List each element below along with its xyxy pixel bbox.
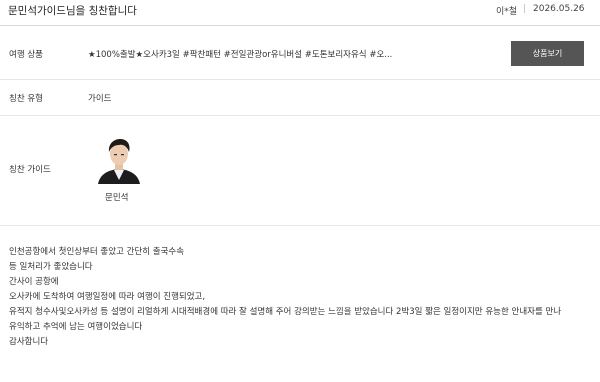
review-line: 간사이 공항에 [9,277,59,287]
praise-guide-label: 칭찬 가이드 [9,165,51,175]
product-row: 여행 상품 ★100%출발★오사카3일 #팍찬패턴 #전일관광or유니버설 #도… [0,26,600,80]
product-label: 여행 상품 [9,50,43,60]
author-name: 이*철 [496,7,518,17]
review-line: 오사카에 도착하여 여행일정에 따라 여행이 진행되었고, [9,292,206,302]
praise-type-label: 칭찬 유형 [9,94,43,104]
post-date: 2026.05.26 [533,4,585,14]
praise-type-value: 가이드 [88,94,112,104]
review-line: 유익하고 추억에 남는 여행이었습니다 [9,322,143,332]
review-body: 인천공항에서 첫인상부터 좋았고 간단히 출국수속 등 일처리가 좋았습니다 간… [9,245,594,350]
view-product-button[interactable]: 상품보기 [511,41,584,66]
product-value: ★100%출발★오사카3일 #팍찬패턴 #전일관광or유니버설 #도톤보리자유식… [88,50,393,60]
guide-name: 문민석 [105,193,129,203]
review-line: 감사합니다 [9,337,49,347]
meta-divider: | [523,4,527,14]
review-line: 등 일처리가 좋았습니다 [9,262,93,272]
review-line: 유적지 청수사및오사카성 등 설명이 리얼하게 시대적배경에 따라 잘 설명해 … [9,307,562,317]
praise-type-row: 칭찬 유형 가이드 [0,80,600,116]
guide-photo-icon [96,136,142,184]
review-line: 인천공항에서 첫인상부터 좋았고 간단히 출국수속 [9,247,185,257]
page-title: 문민석가이드님을 칭찬합니다 [8,5,137,17]
page-header: 문민석가이드님을 칭찬합니다 이*철 | 2026.05.26 [0,0,600,24]
guide-avatar [96,136,142,184]
praise-guide-row: 칭찬 가이드 문민석 [0,116,600,226]
